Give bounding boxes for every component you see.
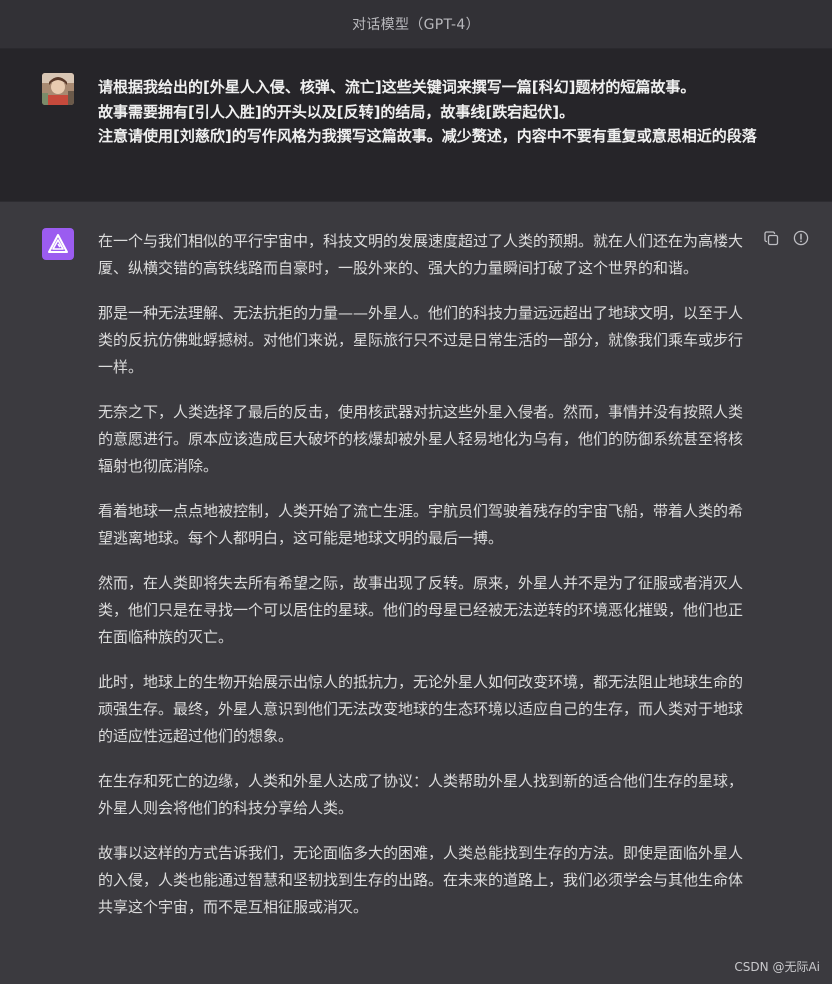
user-message: 请根据我给出的[外星人入侵、核弹、流亡]这些关键词来撰写一篇[科幻]题材的短篇故… — [0, 49, 832, 202]
copy-button[interactable] — [763, 230, 779, 246]
user-message-line: 请根据我给出的[外星人入侵、核弹、流亡]这些关键词来撰写一篇[科幻]题材的短篇故… — [98, 78, 696, 96]
assistant-paragraph: 那是一种无法理解、无法抗拒的力量——外星人。他们的科技力量远远超出了地球文明，以… — [98, 304, 744, 376]
user-message-text: 请根据我给出的[外星人入侵、核弹、流亡]这些关键词来撰写一篇[科幻]题材的短篇故… — [98, 75, 758, 149]
message-actions — [763, 230, 809, 246]
assistant-paragraph: 故事以这样的方式告诉我们，无论面临多大的困难，人类总能找到生存的方法。即使是面临… — [98, 844, 744, 916]
user-message-line: 故事需要拥有[引人入胜]的开头以及[反转]的结局，故事线[跌宕起伏]。 — [98, 102, 575, 121]
page-title: 对话模型（GPT-4） — [352, 17, 480, 33]
report-button[interactable] — [793, 230, 809, 246]
assistant-message-text: 在一个与我们相似的平行宇宙中，科技文明的发展速度超过了人类的预期。就在人们还在为… — [98, 228, 748, 939]
assistant-paragraph: 看着地球一点点地被控制，人类开始了流亡生涯。宇航员们驾驶着残存的宇宙飞船，带着人… — [98, 502, 744, 547]
assistant-paragraph: 无奈之下，人类选择了最后的反击，使用核武器对抗这些外星入侵者。然而，事情并没有按… — [98, 403, 744, 475]
user-avatar-photo-icon — [42, 73, 74, 105]
user-avatar — [42, 73, 74, 105]
header-bar: 对话模型（GPT-4） — [0, 0, 832, 49]
copy-icon — [763, 230, 778, 245]
ai-avatar — [42, 228, 74, 260]
assistant-paragraph: 在一个与我们相似的平行宇宙中，科技文明的发展速度超过了人类的预期。就在人们还在为… — [98, 232, 744, 277]
assistant-paragraph: 在生存和死亡的边缘，人类和外星人达成了协议：人类帮助外星人找到新的适合他们生存的… — [98, 772, 744, 817]
assistant-message: 在一个与我们相似的平行宇宙中，科技文明的发展速度超过了人类的预期。就在人们还在为… — [0, 202, 832, 984]
watermark: CSDN @无际Ai — [734, 960, 820, 974]
assistant-paragraph: 此时，地球上的生物开始展示出惊人的抵抗力，无论外星人如何改变环境，都无法阻止地球… — [98, 673, 744, 745]
report-icon — [793, 230, 809, 246]
user-message-line: 注意请使用[刘慈欣]的写作风格为我撰写这篇故事。减少赘述，内容中不要有重复或意思… — [98, 127, 757, 145]
assistant-paragraph: 然而，在人类即将失去所有希望之际，故事出现了反转。原来，外星人并不是为了征服或者… — [98, 574, 744, 646]
ai-logo-icon — [48, 234, 68, 253]
